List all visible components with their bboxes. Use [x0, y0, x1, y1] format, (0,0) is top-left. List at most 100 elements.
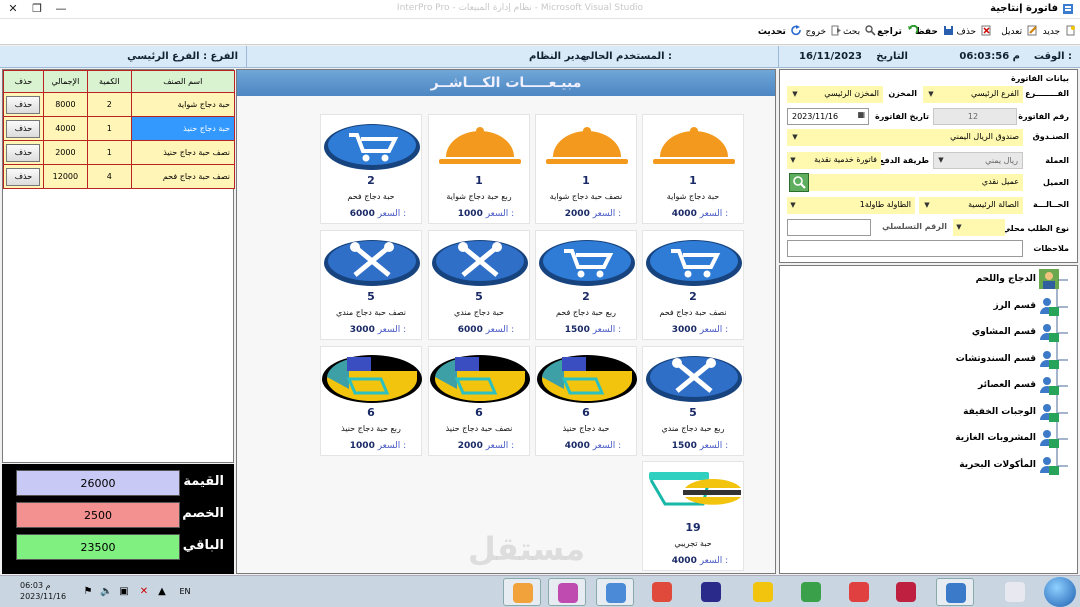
chevron-down-icon[interactable]: ▼	[787, 197, 799, 214]
column-name[interactable]: اسم الصنف	[130, 70, 236, 93]
category-item[interactable]: الدجاج واللحم	[779, 268, 1078, 290]
tools-icon	[321, 233, 423, 289]
save-button[interactable]: حفظ	[915, 25, 954, 37]
product-card[interactable]: 2 حبة دجاج فحم 6000 السعر :	[320, 114, 422, 224]
category-item[interactable]: قسم السندوتشات	[779, 348, 1078, 370]
total-value-box: 26000	[16, 470, 180, 496]
column-qty[interactable]: الكمية	[86, 70, 132, 93]
visual-studio-icon	[801, 582, 821, 602]
cart-icon	[536, 233, 638, 289]
exit-button[interactable]: خروج	[805, 25, 842, 37]
column-delete[interactable]: حذف	[3, 70, 44, 93]
column-total[interactable]: الإجمالي	[42, 70, 88, 93]
chevron-down-icon[interactable]: ▼	[925, 86, 937, 103]
notes-field[interactable]	[787, 240, 1023, 257]
product-card[interactable]: 2 نصف حبة دجاج فحم 3000 السعر :	[642, 230, 744, 340]
category-item[interactable]: قسم المشاوي	[779, 321, 1078, 343]
tray-clock[interactable]: 06:03 م 2023/11/16	[20, 580, 66, 602]
table-row[interactable]: حذف 4000 1 حبة دجاج حنيذ	[3, 116, 236, 141]
app-icon	[1063, 4, 1073, 14]
chevron-down-icon[interactable]: ▼	[789, 129, 801, 146]
tools-icon	[643, 349, 745, 405]
taskbar-app-button[interactable]	[840, 578, 878, 606]
language-indicator[interactable]: EN	[176, 586, 194, 598]
product-card[interactable]: 6 ربع حبة دجاج حنيذ 1000 السعر :	[320, 346, 422, 456]
order-type-label: نوع الطلب محلي	[1002, 224, 1069, 233]
network-icon[interactable]: ▣	[118, 586, 130, 598]
maximize-window-button[interactable]: ❐	[30, 2, 44, 16]
serial-field[interactable]	[787, 219, 871, 236]
category-item[interactable]: قسم الرز	[779, 295, 1078, 317]
flag-icon[interactable]: ⚑	[82, 586, 94, 598]
product-card[interactable]: 1 نصف حبة دجاج شواية 2000 السعر :	[535, 114, 637, 224]
product-card[interactable]: 19 حبة تجريبي 4000 السعر :	[642, 461, 744, 571]
minimize-window-button[interactable]: —	[54, 2, 68, 16]
product-card[interactable]: 5 ربع حبة دجاج مندي 1500 السعر :	[642, 346, 744, 456]
undo-button[interactable]: تراجع	[877, 25, 918, 37]
table-select[interactable]: الطاولة طاولة1	[787, 197, 915, 214]
product-name: ربع حبة دجاج مندي	[661, 424, 725, 433]
product-card[interactable]: 1 ربع حبة دجاج شواية 1000 السعر :	[428, 114, 530, 224]
taskbar-app-button[interactable]	[643, 578, 681, 606]
edit-button[interactable]: تعديل	[1001, 25, 1038, 37]
chevron-down-icon[interactable]: ▼	[935, 152, 947, 169]
taskbar-app-button[interactable]	[936, 578, 974, 606]
product-card[interactable]: 1 حبة دجاج شواية 4000 السعر :	[642, 114, 744, 224]
delete-row-button[interactable]: حذف	[6, 95, 41, 114]
delete-row-button[interactable]: حذف	[6, 167, 41, 186]
alert-icon[interactable]: ✕	[138, 586, 150, 598]
customer-field[interactable]: عميل نقدي	[809, 174, 1023, 191]
taskbar-app-button[interactable]	[548, 578, 586, 606]
new-button[interactable]: جديد	[1043, 25, 1076, 37]
customer-search-button[interactable]	[789, 173, 809, 192]
category-item[interactable]: قسم العصائر	[779, 374, 1078, 396]
product-card[interactable]: 5 حبة دجاج مندي 6000 السعر :	[428, 230, 530, 340]
delete-button[interactable]: حذف	[957, 25, 993, 37]
table-row[interactable]: حذف 8000 2 حبة دجاج شواية	[3, 92, 236, 117]
branch-select[interactable]: الفرع الرئيسي	[923, 86, 1023, 103]
volume-icon[interactable]: 🔈	[100, 586, 112, 598]
product-card[interactable]: 6 حبة دجاج حنيذ 4000 السعر :	[535, 346, 637, 456]
chevron-down-icon[interactable]: ▼	[921, 197, 933, 214]
start-button[interactable]	[1044, 577, 1076, 607]
delete-row-button[interactable]: حذف	[6, 119, 41, 138]
tree-connector	[1058, 279, 1068, 281]
hall-select[interactable]: الصالة الرئيسية	[919, 197, 1023, 214]
chevron-down-icon[interactable]: ▼	[787, 152, 799, 169]
taskbar-app-button[interactable]	[996, 578, 1034, 606]
category-label: قسم السندوتشات	[955, 353, 1036, 364]
search-button[interactable]: بحث	[843, 25, 876, 37]
calendar-icon[interactable]: ▦	[857, 110, 865, 119]
product-card[interactable]: 2 ربع حبة دجاج فحم 1500 السعر :	[535, 230, 637, 340]
table-row[interactable]: حذف 12000 4 نصف حبة دجاج فحم	[3, 164, 236, 189]
chevron-down-icon[interactable]: ▼	[953, 219, 965, 236]
payment-method-select[interactable]: فاتورة خدمية نقدية	[787, 152, 881, 169]
taskbar-app-button[interactable]	[887, 578, 925, 606]
show-hidden-icon[interactable]: ▲	[156, 586, 168, 598]
delete-row-button[interactable]: حذف	[6, 143, 41, 162]
refresh-button[interactable]: تحديث	[758, 25, 802, 37]
store-select[interactable]: المخزن الرئيسي	[787, 86, 883, 103]
product-name: حبة دجاج فحم	[347, 192, 395, 201]
user-icon	[1040, 456, 1059, 475]
product-price: 3000 السعر :	[671, 325, 729, 335]
taskbar-app-button[interactable]	[503, 578, 541, 606]
taskbar-app-button[interactable]	[596, 578, 634, 606]
taskbar-app-button[interactable]	[744, 578, 782, 606]
category-item[interactable]: الوجبات الخفيفة	[779, 401, 1078, 423]
category-item[interactable]: المشروبات الغازية	[779, 427, 1078, 449]
product-card[interactable]: 6 نصف حبة دجاج حنيذ 2000 السعر :	[428, 346, 530, 456]
product-card[interactable]: 5 نصف حبة دجاج مندي 3000 السعر :	[320, 230, 422, 340]
taskbar-app-button[interactable]	[792, 578, 830, 606]
register-icon	[429, 349, 531, 405]
taskbar-app-button[interactable]	[692, 578, 730, 606]
edit-icon	[1027, 25, 1037, 36]
cashbox-select[interactable]: صندوق الريال اليمني	[787, 129, 1023, 146]
close-window-button[interactable]: ✕	[6, 2, 20, 16]
chevron-down-icon[interactable]: ▼	[789, 86, 801, 103]
product-count: 5	[689, 406, 697, 419]
discount-box[interactable]: 2500	[16, 502, 180, 528]
camera-icon	[946, 583, 966, 603]
table-row[interactable]: حذف 2000 1 نصف حبة دجاج حنيذ	[3, 140, 236, 165]
category-item[interactable]: المأكولات البحرية	[779, 454, 1078, 476]
